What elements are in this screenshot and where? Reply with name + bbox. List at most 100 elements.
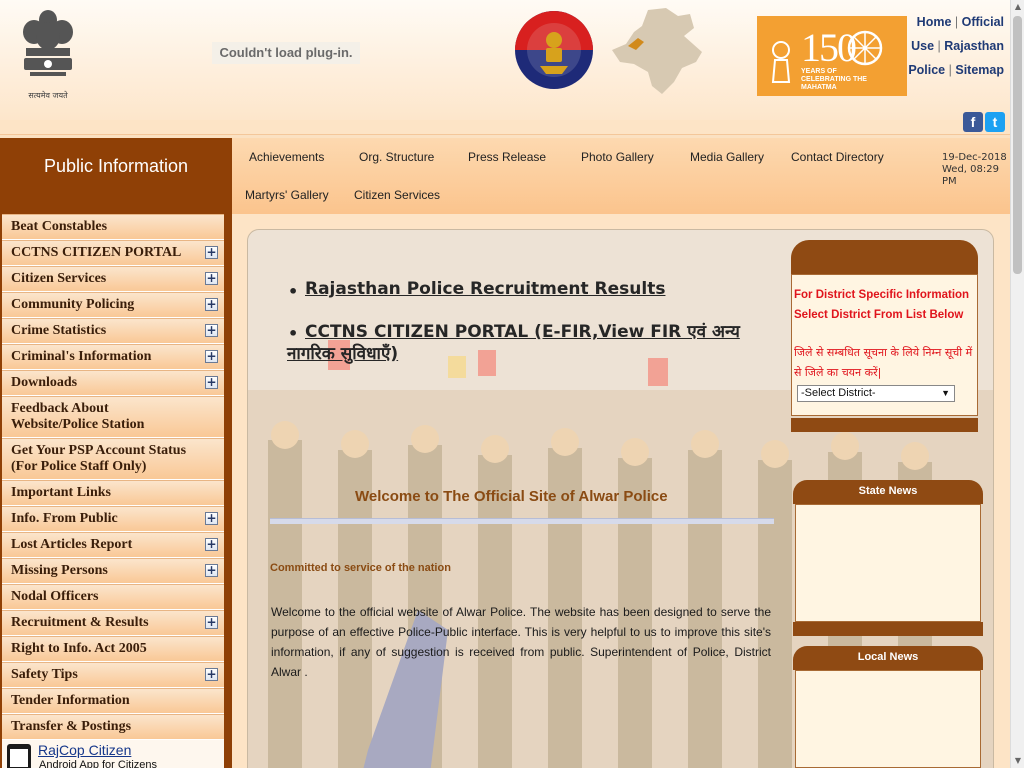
sidebar-menu-label: Tender Information — [11, 693, 130, 708]
gandhi-150-banner[interactable]: 150 YEARS OF CELEBRATING THE MAHATMA — [757, 16, 907, 96]
current-time: Wed, 08:29 PM — [942, 164, 999, 187]
sidebar-menu-item[interactable]: Nodal Officers — [2, 584, 224, 610]
sidebar-menu-item[interactable]: Safety Tips + — [2, 662, 224, 688]
facebook-icon[interactable]: f — [963, 112, 983, 132]
sidebar-menu-label: CCTNS CITIZEN PORTAL — [11, 245, 182, 260]
rajasthan-map-icon — [608, 6, 708, 98]
anniversary-caption: YEARS OF CELEBRATING THE MAHATMA — [801, 68, 867, 91]
expand-plus-icon[interactable]: + — [205, 564, 218, 577]
expand-plus-icon[interactable]: + — [205, 512, 218, 525]
expand-plus-icon[interactable]: + — [205, 246, 218, 259]
sidebar-menu-label: Citizen Services — [11, 271, 107, 286]
headline-cctns-portal: CCTNS CITIZEN PORTAL (E-FIR,View FIR एवं… — [287, 321, 771, 365]
sidebar-menu-item[interactable]: Beat Constables — [2, 214, 224, 240]
smartphone-icon — [7, 744, 31, 768]
sidebar-menu-item[interactable]: Feedback About Website/Police Station — [2, 396, 224, 438]
sidebar-menu-label: Community Policing — [11, 297, 135, 312]
expand-plus-icon[interactable]: + — [205, 324, 218, 337]
anniversary-number: 150 — [801, 25, 857, 70]
nav-achievements[interactable]: Achievements — [249, 150, 324, 164]
rajasthan-police-logo-icon — [514, 10, 594, 90]
expand-plus-icon[interactable]: + — [205, 298, 218, 311]
sidebar-menu-item[interactable]: Recruitment & Results + — [2, 610, 224, 636]
rajcop-subtitle: Android App for Citizens — [39, 759, 158, 768]
expand-plus-icon[interactable]: + — [205, 538, 218, 551]
nav-photo-gallery[interactable]: Photo Gallery — [581, 150, 654, 164]
national-emblem-icon: सत्यमेव जयते — [18, 6, 78, 102]
nav-press-release[interactable]: Press Release — [468, 150, 546, 164]
sidebar-menu-label: Info. From Public — [11, 511, 118, 526]
sitemap-link[interactable]: Sitemap — [955, 63, 1004, 77]
expand-plus-icon[interactable]: + — [205, 668, 218, 681]
sidebar-menu-label: Nodal Officers — [11, 589, 99, 604]
nav-citizen-services[interactable]: Citizen Services — [354, 188, 440, 202]
nav-martyrs-gallery[interactable]: Martyrs' Gallery — [245, 188, 329, 202]
top-navigation: Achievements Org. Structure Press Releas… — [232, 138, 1010, 214]
scrollbar-thumb[interactable] — [1013, 16, 1022, 274]
sidebar-menu-item[interactable]: Get Your PSP Account Status (For Police … — [2, 438, 224, 480]
link-separator: | — [937, 39, 941, 53]
page-scrollbar[interactable]: ▲ ▼ — [1010, 0, 1024, 768]
sidebar-menu-item[interactable]: Community Policing + — [2, 292, 224, 318]
nav-media-gallery[interactable]: Media Gallery — [690, 150, 764, 164]
headline-bullet: • — [288, 282, 299, 301]
sidebar-menu-item[interactable]: Citizen Services + — [2, 266, 224, 292]
expand-plus-icon[interactable]: + — [205, 350, 218, 363]
sidebar-menu-label: Important Links — [11, 485, 111, 500]
sidebar-menu-item[interactable]: Downloads + — [2, 370, 224, 396]
recruitment-results-link[interactable]: Rajasthan Police Recruitment Results — [305, 279, 665, 299]
headline-recruitment-results: Rajasthan Police Recruitment Results — [305, 279, 665, 299]
welcome-title: Welcome to The Official Site of Alwar Po… — [355, 488, 668, 505]
district-box-header — [791, 240, 978, 274]
expand-plus-icon[interactable]: + — [205, 616, 218, 629]
cctns-portal-link[interactable]: CCTNS CITIZEN PORTAL (E-FIR,View FIR एवं… — [287, 322, 740, 364]
tagline: Committed to service of the nation — [270, 562, 451, 574]
state-news-footer — [793, 622, 983, 636]
public-information-menu: Beat Constables CCTNS CITIZEN PORTAL + Citi… — [2, 214, 224, 766]
link-separator: | — [948, 63, 952, 77]
sidebar-menu-item[interactable]: Important Links — [2, 480, 224, 506]
sidebar-menu-item[interactable]: Tender Information — [2, 688, 224, 714]
district-box-body: For District Specific Information Select… — [791, 274, 978, 416]
top-links: Home | Official Use | Rajasthan Police |… — [908, 10, 1004, 82]
sidebar-menu-item[interactable]: Missing Persons + — [2, 558, 224, 584]
sidebar-menu-label: Downloads — [11, 375, 78, 390]
rajcop-title[interactable]: RajCop Citizen — [38, 742, 131, 758]
expand-plus-icon[interactable]: + — [205, 376, 218, 389]
welcome-paragraph: Welcome to the official website of Alwar… — [271, 605, 771, 679]
sidebar-menu-label: Crime Statistics — [11, 323, 107, 338]
district-box-footer — [791, 418, 978, 432]
twitter-icon[interactable]: t — [985, 112, 1005, 132]
district-dropdown[interactable]: -Select District- ▼ — [797, 385, 955, 402]
sidebar-menu-label: Right to Info. Act 2005 — [11, 641, 147, 656]
district-instruction: For District Specific Information Select… — [794, 289, 970, 321]
state-news-box: State News — [793, 480, 983, 636]
sidebar-menu-label: Get Your PSP Account Status (For Police … — [11, 443, 187, 474]
scroll-down-arrow-icon[interactable]: ▼ — [1011, 754, 1024, 768]
sidebar-menu-item[interactable]: Right to Info. Act 2005 — [2, 636, 224, 662]
sidebar-menu-label: Safety Tips — [11, 667, 78, 682]
state-news-content[interactable] — [795, 504, 981, 622]
sidebar-menu-item[interactable]: Crime Statistics + — [2, 318, 224, 344]
sidebar-menu-label: Feedback About Website/Police Station — [11, 401, 145, 432]
sidebar-menu-label: Lost Articles Report — [11, 537, 133, 552]
sidebar-menu-item[interactable]: CCTNS CITIZEN PORTAL + — [2, 240, 224, 266]
date-time-display: 19-Dec-2018 Wed, 08:29 PM — [942, 152, 1008, 188]
local-news-content[interactable] — [795, 670, 981, 768]
sidebar-menu-item[interactable]: Transfer & Postings — [2, 714, 224, 740]
sidebar-menu-label: Beat Constables — [11, 219, 108, 234]
nav-contact-directory[interactable]: Contact Directory — [791, 150, 884, 164]
expand-plus-icon[interactable]: + — [205, 272, 218, 285]
scroll-up-arrow-icon[interactable]: ▲ — [1011, 0, 1024, 14]
rajcop-app-promo[interactable]: RajCop Citizen Android App for Citizens — [2, 740, 224, 768]
plugin-error-message: Couldn't load plug-in. — [212, 42, 360, 64]
home-link[interactable]: Home — [917, 15, 952, 29]
sidebar-menu-item[interactable]: Lost Articles Report + — [2, 532, 224, 558]
district-instruction-hindi: जिले से सम्बधित सूचना के लिये निम्न सूची… — [794, 346, 973, 379]
state-news-title: State News — [793, 480, 983, 504]
site-header: सत्यमेव जयते Couldn't load plug-in. 150 … — [0, 0, 1010, 132]
nav-org-structure[interactable]: Org. Structure — [359, 150, 434, 164]
sidebar-menu-item[interactable]: Criminal's Information + — [2, 344, 224, 370]
sidebar-menu-item[interactable]: Info. From Public + — [2, 506, 224, 532]
sidebar-menu-label: Recruitment & Results — [11, 615, 149, 630]
